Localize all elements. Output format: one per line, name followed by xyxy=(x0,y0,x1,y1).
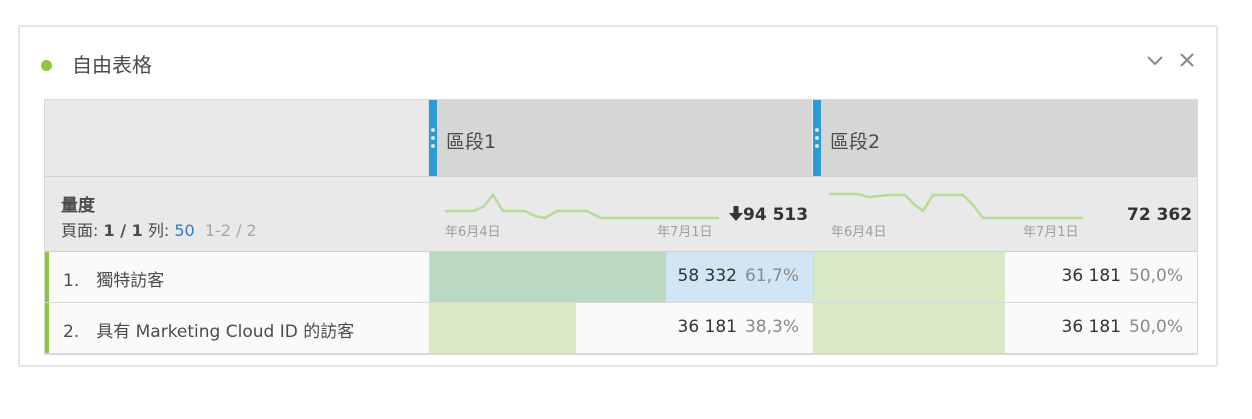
data-cell[interactable]: 58 332 61,7% xyxy=(429,252,814,302)
table-row[interactable]: 2. 具有 Marketing Cloud ID 的訪客 36 181 38,3%… xyxy=(45,303,1197,354)
cell-value: 58 332 xyxy=(677,266,737,286)
drag-handle-icon[interactable] xyxy=(813,100,821,176)
pager-value: 1 / 1 xyxy=(103,221,143,240)
panel-title: 自由表格 xyxy=(72,53,152,77)
share-bar xyxy=(430,252,666,302)
axis-end-label: 年7月1日 xyxy=(1023,225,1079,240)
cell-value: 36 181 xyxy=(1061,266,1121,286)
segment-header-1[interactable]: 區段1 xyxy=(429,100,813,176)
freeform-table-panel: 自由表格 區段1 區段2 量度 頁面: 1 / 1 列: 50 1-2 / 2 … xyxy=(18,25,1218,367)
cell-value-group: 58 332 61,7% xyxy=(678,266,800,286)
pager: 頁面: 1 / 1 列: 50 1-2 / 2 xyxy=(61,217,257,241)
cell-value-group: 36 181 50,0% xyxy=(1062,266,1184,286)
freeform-table: 區段1 區段2 量度 頁面: 1 / 1 列: 50 1-2 / 2 年6月4日… xyxy=(44,99,1198,355)
row-range: 1-2 / 2 xyxy=(204,221,257,240)
total-value: 94 513 xyxy=(743,205,809,225)
drag-handle-icon[interactable] xyxy=(429,100,437,176)
data-cell[interactable]: 36 181 50,0% xyxy=(813,303,1197,353)
row-accent xyxy=(45,252,49,302)
header-corner xyxy=(45,100,429,176)
share-bar xyxy=(430,303,576,353)
close-icon[interactable] xyxy=(1176,49,1198,71)
rows-prefix: 列: xyxy=(142,221,175,240)
rows-per-page-link[interactable]: 50 xyxy=(174,221,194,240)
share-bar xyxy=(814,303,1005,353)
cell-value: 36 181 xyxy=(1061,317,1121,337)
cell-value-group: 36 181 38,3% xyxy=(678,317,800,337)
cell-value-group: 36 181 50,0% xyxy=(1062,317,1184,337)
cell-percent: 50,0% xyxy=(1128,317,1183,337)
segment-1-total: 94 513 xyxy=(729,205,808,225)
segment-2-total: 72 362 xyxy=(1127,205,1193,225)
dimension-label[interactable]: 2. 具有 Marketing Cloud ID 的訪客 xyxy=(63,317,354,342)
metric-summary-row: 量度 頁面: 1 / 1 列: 50 1-2 / 2 年6月4日 年7月1日 9… xyxy=(45,176,1197,252)
sparkline-segment-1 xyxy=(445,192,719,220)
cell-percent: 61,7% xyxy=(744,266,799,286)
axis-start-label: 年6月4日 xyxy=(831,225,887,240)
data-cell[interactable]: 36 181 38,3% xyxy=(429,303,813,353)
cell-percent: 50,0% xyxy=(1128,266,1183,286)
segment-label: 區段1 xyxy=(446,131,497,153)
sparkline-segment-2 xyxy=(829,192,1083,220)
axis-end-label: 年7月1日 xyxy=(657,225,713,240)
chevron-down-icon[interactable] xyxy=(1144,49,1166,71)
segment-label: 區段2 xyxy=(830,131,881,153)
table-row[interactable]: 1. 獨特訪客 58 332 61,7% 36 181 50,0% xyxy=(45,252,1197,303)
dimension-label[interactable]: 1. 獨特訪客 xyxy=(63,266,164,291)
axis-start-label: 年6月4日 xyxy=(445,225,501,240)
cell-value: 36 181 xyxy=(677,317,737,337)
status-dot xyxy=(41,60,52,71)
metric-title: 量度 xyxy=(61,196,95,216)
cell-percent: 38,3% xyxy=(744,317,799,337)
segment-header-2[interactable]: 區段2 xyxy=(813,100,1197,176)
row-accent xyxy=(45,303,49,353)
pager-prefix: 頁面: xyxy=(61,221,104,240)
arrow-down-icon xyxy=(729,206,743,221)
data-cell[interactable]: 36 181 50,0% xyxy=(813,252,1197,302)
share-bar xyxy=(814,252,1005,302)
